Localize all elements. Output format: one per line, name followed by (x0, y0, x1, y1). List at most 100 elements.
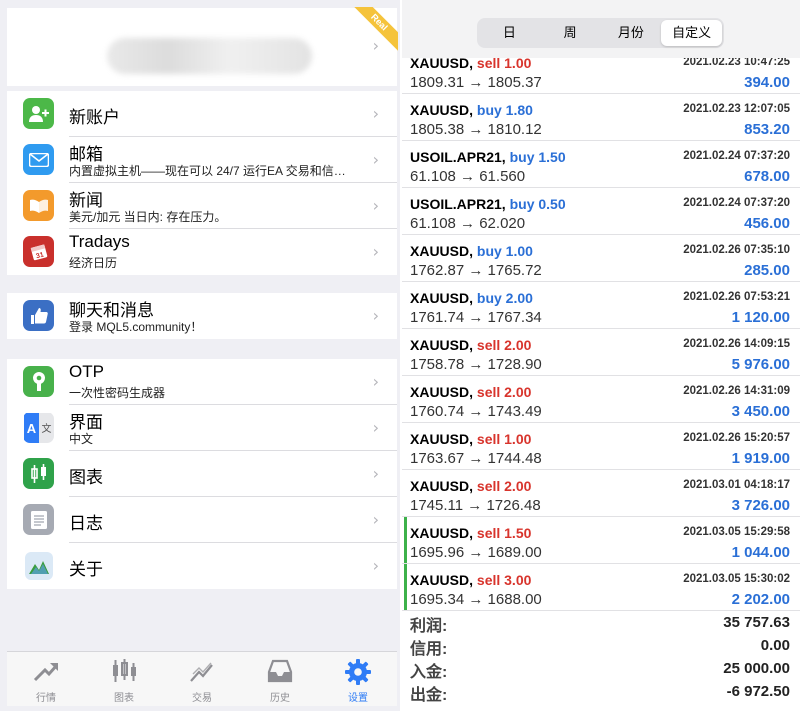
menu-item-title: Tradays (69, 232, 130, 251)
quotes-arrow-icon (32, 658, 60, 684)
tab-trade-trend[interactable]: 交易 (163, 652, 241, 706)
trade-row[interactable]: USOIL.APR21, buy 0.50 2021.02.24 07:37:20… (402, 188, 800, 235)
trade-datetime: 2021.03.05 15:29:58 (683, 526, 790, 538)
trade-symbol-line: XAUUSD, sell 1.00 (410, 431, 531, 447)
summary-label: 出金: (410, 687, 448, 704)
trade-row[interactable]: XAUUSD, buy 1.00 2021.02.26 07:35:10 1762.… (402, 235, 800, 282)
trade-prices: 1762.87 → 1765.72 (410, 262, 542, 279)
trade-datetime: 2021.02.23 12:07:05 (683, 103, 790, 115)
period-option[interactable]: 周 (540, 20, 601, 46)
tab-label: 交易 (192, 693, 212, 704)
menu-item-mail[interactable]: 邮箱 内置虚拟主机——现在可以 24/7 运行EA 交易和信… › (7, 137, 397, 183)
menu-item-chart-candles[interactable]: 图表 › (7, 451, 397, 497)
trade-prices: 1760.74 → 1743.49 (410, 403, 542, 420)
trade-symbol-line: XAUUSD, buy 1.00 (410, 243, 533, 259)
trade-prices: 1745.11 → 1726.48 (410, 497, 541, 514)
menu-item-news-book[interactable]: 新闻 美元/加元 当日内: 存在压力。 › (7, 183, 397, 229)
summary-row: 利润: 35 757.63 (402, 610, 800, 635)
trade-symbol: XAUUSD, (410, 478, 477, 494)
menu-item-subtitle: 中文 (69, 432, 94, 446)
trade-prices: 1805.38 → 1810.12 (410, 121, 542, 138)
about-metatrader-icon (23, 550, 54, 581)
svg-text:A: A (26, 421, 36, 436)
trade-side-volume: buy 1.00 (476, 243, 533, 259)
menu-item-add-account[interactable]: 新账户 › (7, 91, 397, 137)
trade-datetime: 2021.03.05 15:30:02 (683, 573, 790, 585)
trade-symbol-line: XAUUSD, sell 2.00 (410, 384, 531, 400)
trade-symbol: XAUUSD, (410, 243, 477, 259)
period-option[interactable]: 日 (479, 20, 540, 46)
chart-candles-icon (110, 658, 138, 684)
tab-settings-gear[interactable]: 设置 (319, 652, 397, 706)
trade-prices: 1695.34 → 1688.00 (410, 591, 542, 608)
trade-side-volume: sell 1.00 (476, 431, 532, 447)
menu-item-chat-thumbs-up[interactable]: 聊天和消息 登录 MQL5.community！ › (7, 293, 397, 339)
trade-row[interactable]: XAUUSD, sell 2.00 2021.02.26 14:09:15 1758… (402, 329, 800, 376)
trade-prices: 61.108 → 62.020 (410, 215, 526, 232)
period-segmented-control: 日周月份 自定义 (477, 18, 724, 48)
add-account-icon (23, 98, 54, 129)
menu-item-subtitle: 美元/加元 当日内: 存在压力。 (69, 210, 227, 224)
period-option[interactable]: 月份 (601, 20, 662, 46)
menu-item-title: 关于 (69, 560, 103, 579)
trade-symbol: USOIL.APR21, (410, 149, 510, 165)
summary-value: 0.00 (760, 637, 790, 654)
period-toolbar: 日周月份 自定义 (402, 0, 800, 58)
trade-symbol: XAUUSD, (410, 431, 477, 447)
trade-row[interactable]: XAUUSD, buy 1.80 2021.02.23 12:07:05 1805.… (402, 94, 800, 141)
trade-profit: 853.20 (744, 121, 790, 138)
chevron-right-icon: › (372, 242, 379, 261)
menu-item-subtitle: 经济日历 (69, 256, 118, 270)
history-inbox-icon (266, 658, 294, 684)
tab-label: 历史 (270, 693, 290, 704)
trade-symbol-line: USOIL.APR21, buy 0.50 (410, 196, 566, 212)
chevron-right-icon: › (372, 510, 379, 529)
trade-row[interactable]: XAUUSD, sell 1.00 2021.02.26 15:20:57 1763… (402, 423, 800, 470)
chat-thumbs-up-icon (23, 300, 54, 331)
otp-key-icon (23, 366, 54, 397)
menu-item-otp-key[interactable]: OTP 一次性密码生成器 › (7, 359, 397, 405)
summary-value: 25 000.00 (723, 660, 790, 677)
trade-side-volume: buy 1.50 (509, 149, 566, 165)
trade-datetime: 2021.02.26 07:35:10 (683, 244, 790, 256)
menu-item-journal[interactable]: 日志 › (7, 497, 397, 543)
trade-symbol: XAUUSD, (410, 572, 477, 588)
news-book-icon (23, 190, 54, 221)
menu-item-title: 图表 (69, 468, 103, 487)
trade-row[interactable]: XAUUSD, buy 2.00 2021.02.26 07:53:21 1761.… (402, 282, 800, 329)
trade-row[interactable]: XAUUSD, sell 3.00 2021.03.05 15:30:02 1695… (402, 564, 800, 611)
menu-item-tradays-calendar[interactable]: 31 Tradays 经济日历 › (7, 229, 397, 275)
trade-symbol: XAUUSD, (410, 384, 477, 400)
trade-row[interactable]: XAUUSD, sell 2.00 2021.03.01 04:18:17 1745… (402, 470, 800, 517)
trade-profit: 394.00 (744, 74, 790, 91)
menu-item-about-metatrader[interactable]: 关于 › (7, 543, 397, 589)
menu-item-language[interactable]: A 文界面 中文 › (7, 405, 397, 451)
tab-label: 图表 (114, 693, 134, 704)
chevron-right-icon: › (372, 372, 379, 391)
trade-symbol: XAUUSD, (410, 102, 477, 118)
chevron-right-icon: › (372, 150, 379, 169)
history-summary: 利润: 35 757.63 信用: 0.00 入金: 25 000.00 出金: -6 972… (402, 610, 800, 704)
summary-row: 出金: -6 972.50 (402, 679, 800, 704)
trade-profit: 678.00 (744, 168, 790, 185)
trade-symbol-line: USOIL.APR21, buy 1.50 (410, 149, 566, 165)
tab-history-inbox[interactable]: 历史 (241, 652, 319, 706)
account-profile-card[interactable]: Real › (7, 7, 398, 86)
trade-side-volume: sell 1.50 (476, 525, 532, 541)
trade-side-volume: sell 2.00 (476, 478, 532, 494)
trade-prices: 1761.74 → 1767.34 (410, 309, 542, 326)
trade-datetime: 2021.02.26 15:20:57 (683, 432, 790, 444)
journal-icon (23, 504, 54, 535)
trade-row[interactable]: XAUUSD, sell 1.50 2021.03.05 15:29:58 1695… (402, 517, 800, 564)
period-option[interactable]: 自定义 (661, 20, 722, 46)
summary-value: -6 972.50 (726, 683, 790, 700)
tab-label: 行情 (36, 693, 56, 704)
trade-row[interactable]: XAUUSD, sell 2.00 2021.02.26 14:31:09 1760… (402, 376, 800, 423)
trade-prices: 1809.31 → 1805.37 (410, 74, 542, 91)
chart-candles-icon (23, 458, 54, 489)
trade-row[interactable]: USOIL.APR21, buy 1.50 2021.02.24 07:37:20… (402, 141, 800, 188)
tab-quotes-arrow[interactable]: 行情 (7, 652, 85, 706)
summary-row: 入金: 25 000.00 (402, 656, 800, 681)
tab-chart-candles[interactable]: 图表 (85, 652, 163, 706)
trade-symbol-line: XAUUSD, sell 3.00 (410, 572, 531, 588)
